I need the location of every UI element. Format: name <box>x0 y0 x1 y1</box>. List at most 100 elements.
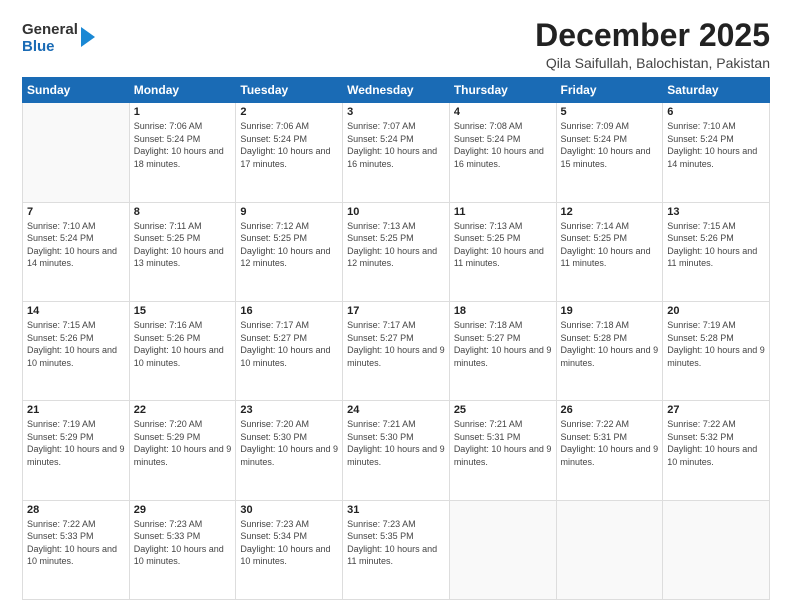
table-row: 11Sunrise: 7:13 AMSunset: 5:25 PMDayligh… <box>449 202 556 301</box>
weekday-header: Monday <box>129 78 236 103</box>
table-row: 20 Sunrise: 7:19 AMSunset: 5:28 PMDayligh… <box>663 301 770 400</box>
day-info: Sunrise: 7:10 AMSunset: 5:24 PMDaylight:… <box>667 120 765 170</box>
table-row: 3 Sunrise: 7:07 AMSunset: 5:24 PMDaylight… <box>343 103 450 202</box>
day-number: 19 <box>561 305 659 317</box>
title-block: December 2025 Qila Saifullah, Balochista… <box>535 18 770 71</box>
weekday-header: Tuesday <box>236 78 343 103</box>
day-number: 15 <box>134 305 232 317</box>
day-number: 3 <box>347 106 445 118</box>
header: General Blue December 2025 Qila Saifulla… <box>22 18 770 71</box>
table-row <box>449 500 556 599</box>
day-info: Sunrise: 7:23 AMSunset: 5:35 PMDaylight:… <box>347 518 445 568</box>
day-number: 30 <box>240 504 338 516</box>
weekday-header: Thursday <box>449 78 556 103</box>
day-number: 26 <box>561 404 659 416</box>
table-row: 4 Sunrise: 7:08 AMSunset: 5:24 PMDaylight… <box>449 103 556 202</box>
day-info: Sunrise: 7:06 AMSunset: 5:24 PMDaylight:… <box>134 120 232 170</box>
day-number: 12 <box>561 206 659 218</box>
day-number: 1 <box>134 106 232 118</box>
day-info: Sunrise: 7:11 AMSunset: 5:25 PMDaylight:… <box>134 220 232 270</box>
table-row: 22 Sunrise: 7:20 AMSunset: 5:29 PMDayligh… <box>129 401 236 500</box>
table-row: 19 Sunrise: 7:18 AMSunset: 5:28 PMDayligh… <box>556 301 663 400</box>
table-row: 24 Sunrise: 7:21 AMSunset: 5:30 PMDayligh… <box>343 401 450 500</box>
day-number: 14 <box>27 305 125 317</box>
day-info: Sunrise: 7:07 AMSunset: 5:24 PMDaylight:… <box>347 120 445 170</box>
weekday-header: Wednesday <box>343 78 450 103</box>
page-title: December 2025 <box>535 18 770 53</box>
day-number: 18 <box>454 305 552 317</box>
day-number: 9 <box>240 206 338 218</box>
calendar-table: SundayMondayTuesdayWednesdayThursdayFrid… <box>22 77 770 600</box>
table-row: 14 Sunrise: 7:15 AMSunset: 5:26 PMDayligh… <box>23 301 130 400</box>
day-number: 24 <box>347 404 445 416</box>
day-number: 13 <box>667 206 765 218</box>
day-info: Sunrise: 7:21 AMSunset: 5:31 PMDaylight:… <box>454 418 552 468</box>
table-row: 16 Sunrise: 7:17 AMSunset: 5:27 PMDayligh… <box>236 301 343 400</box>
day-info: Sunrise: 7:21 AMSunset: 5:30 PMDaylight:… <box>347 418 445 468</box>
table-row: 13 Sunrise: 7:15 AMSunset: 5:26 PMDayligh… <box>663 202 770 301</box>
day-info: Sunrise: 7:16 AMSunset: 5:26 PMDaylight:… <box>134 319 232 369</box>
day-number: 7 <box>27 206 125 218</box>
table-row: 30 Sunrise: 7:23 AMSunset: 5:34 PMDayligh… <box>236 500 343 599</box>
day-info: Sunrise: 7:17 AMSunset: 5:27 PMDaylight:… <box>240 319 338 369</box>
day-info: Sunrise: 7:22 AMSunset: 5:32 PMDaylight:… <box>667 418 765 468</box>
day-info: Sunrise: 7:14 AMSunset: 5:25 PMDaylight:… <box>561 220 659 270</box>
table-row: 5 Sunrise: 7:09 AMSunset: 5:24 PMDaylight… <box>556 103 663 202</box>
table-row: 10Sunrise: 7:13 AMSunset: 5:25 PMDayligh… <box>343 202 450 301</box>
day-info: Sunrise: 7:23 AMSunset: 5:33 PMDaylight:… <box>134 518 232 568</box>
day-number: 11 <box>454 206 552 218</box>
day-number: 20 <box>667 305 765 317</box>
table-row: 29 Sunrise: 7:23 AMSunset: 5:33 PMDayligh… <box>129 500 236 599</box>
table-row: 28Sunrise: 7:22 AMSunset: 5:33 PMDayligh… <box>23 500 130 599</box>
day-info: Sunrise: 7:22 AMSunset: 5:31 PMDaylight:… <box>561 418 659 468</box>
day-info: Sunrise: 7:18 AMSunset: 5:27 PMDaylight:… <box>454 319 552 369</box>
day-info: Sunrise: 7:17 AMSunset: 5:27 PMDaylight:… <box>347 319 445 369</box>
table-row: 2 Sunrise: 7:06 AMSunset: 5:24 PMDaylight… <box>236 103 343 202</box>
day-number: 10 <box>347 206 445 218</box>
day-info: Sunrise: 7:08 AMSunset: 5:24 PMDaylight:… <box>454 120 552 170</box>
table-row: 26 Sunrise: 7:22 AMSunset: 5:31 PMDayligh… <box>556 401 663 500</box>
weekday-header: Saturday <box>663 78 770 103</box>
day-number: 22 <box>134 404 232 416</box>
logo-blue: Blue <box>22 39 78 56</box>
day-number: 2 <box>240 106 338 118</box>
table-row: 12 Sunrise: 7:14 AMSunset: 5:25 PMDayligh… <box>556 202 663 301</box>
day-number: 23 <box>240 404 338 416</box>
logo-arrow-icon <box>81 27 95 47</box>
day-number: 16 <box>240 305 338 317</box>
day-number: 25 <box>454 404 552 416</box>
day-info: Sunrise: 7:15 AMSunset: 5:26 PMDaylight:… <box>667 220 765 270</box>
table-row: 6 Sunrise: 7:10 AMSunset: 5:24 PMDaylight… <box>663 103 770 202</box>
day-number: 27 <box>667 404 765 416</box>
day-info: Sunrise: 7:19 AMSunset: 5:28 PMDaylight:… <box>667 319 765 369</box>
day-number: 28 <box>27 504 125 516</box>
table-row <box>556 500 663 599</box>
weekday-header: Friday <box>556 78 663 103</box>
day-number: 29 <box>134 504 232 516</box>
table-row: 31 Sunrise: 7:23 AMSunset: 5:35 PMDayligh… <box>343 500 450 599</box>
day-info: Sunrise: 7:06 AMSunset: 5:24 PMDaylight:… <box>240 120 338 170</box>
table-row <box>23 103 130 202</box>
day-number: 6 <box>667 106 765 118</box>
day-number: 4 <box>454 106 552 118</box>
day-info: Sunrise: 7:18 AMSunset: 5:28 PMDaylight:… <box>561 319 659 369</box>
day-number: 31 <box>347 504 445 516</box>
day-info: Sunrise: 7:20 AMSunset: 5:30 PMDaylight:… <box>240 418 338 468</box>
table-row: 25 Sunrise: 7:21 AMSunset: 5:31 PMDayligh… <box>449 401 556 500</box>
day-info: Sunrise: 7:20 AMSunset: 5:29 PMDaylight:… <box>134 418 232 468</box>
page-subtitle: Qila Saifullah, Balochistan, Pakistan <box>535 55 770 71</box>
logo: General Blue <box>22 22 95 55</box>
day-number: 17 <box>347 305 445 317</box>
day-info: Sunrise: 7:15 AMSunset: 5:26 PMDaylight:… <box>27 319 125 369</box>
table-row: 8Sunrise: 7:11 AMSunset: 5:25 PMDaylight… <box>129 202 236 301</box>
weekday-header: Sunday <box>23 78 130 103</box>
day-number: 5 <box>561 106 659 118</box>
day-info: Sunrise: 7:09 AMSunset: 5:24 PMDaylight:… <box>561 120 659 170</box>
table-row: 7Sunrise: 7:10 AMSunset: 5:24 PMDaylight… <box>23 202 130 301</box>
table-row: 9Sunrise: 7:12 AMSunset: 5:25 PMDaylight… <box>236 202 343 301</box>
day-info: Sunrise: 7:23 AMSunset: 5:34 PMDaylight:… <box>240 518 338 568</box>
table-row: 18 Sunrise: 7:18 AMSunset: 5:27 PMDayligh… <box>449 301 556 400</box>
day-info: Sunrise: 7:19 AMSunset: 5:29 PMDaylight:… <box>27 418 125 468</box>
logo-general: General <box>22 22 78 39</box>
table-row: 23 Sunrise: 7:20 AMSunset: 5:30 PMDayligh… <box>236 401 343 500</box>
